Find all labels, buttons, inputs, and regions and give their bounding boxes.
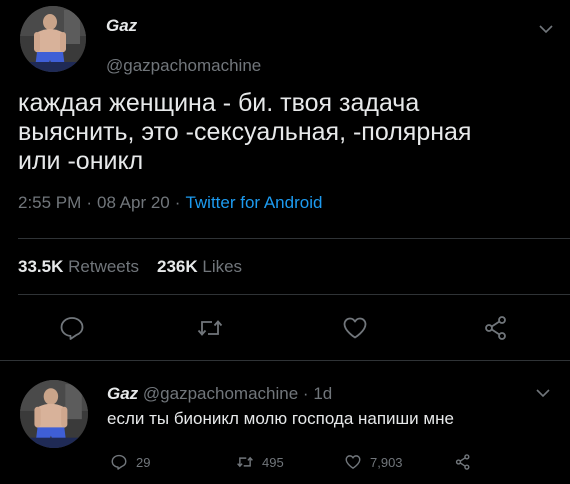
share-icon [485,316,506,340]
tweet-stats: 33.5K Retweets 236K Likes [18,257,242,277]
tweet-meta: 2:55 PM · 08 Apr 20 · Twitter for Android [18,193,322,213]
reply-header: Gaz @gazpachomachine · 1d [107,384,332,404]
tweet-source-link[interactable]: Twitter for Android [185,193,322,212]
likes-count: 236K [156,257,198,276]
reply-count: 29 [136,454,151,470]
reply-time[interactable]: 1d [313,384,332,403]
heart-icon [343,317,367,339]
share-icon [455,454,470,470]
likes-stat[interactable]: 236K Likes [157,257,242,276]
tweet-text: каждая женщина - би. твоя задача выяснит… [18,89,472,175]
reply-tweet[interactable]: Gaz @gazpachomachine · 1d если ты бионик… [0,362,570,484]
retweet-button[interactable] [196,314,224,342]
retweets-label: Retweets [68,257,139,276]
likes-label: Likes [202,257,243,276]
chevron-down-icon[interactable] [539,24,553,34]
reply-icon [111,454,127,470]
reply-share-button[interactable] [454,452,480,472]
retweet-icon [237,456,253,468]
divider [18,238,570,239]
avatar-photo-icon [20,6,86,72]
twitter-thread-screen: Gaz @gazpachomachine каждая женщина - би… [0,0,570,484]
share-button[interactable] [482,314,510,342]
divider [0,360,570,361]
reply-author-handle[interactable]: @gazpachomachine [143,384,298,403]
author-avatar[interactable] [20,6,86,72]
meta-separator: · [86,193,92,212]
main-tweet: Gaz @gazpachomachine каждая женщина - би… [0,0,570,361]
reply-icon [60,317,84,340]
reply-retweet-button[interactable]: 495 [236,452,284,472]
reply-retweet-count: 495 [262,454,284,470]
retweets-count: 33.5K [18,257,64,276]
meta-separator: · [302,384,309,403]
reply-like-count: 7,903 [370,454,403,470]
chevron-down-icon[interactable] [536,388,550,398]
reply-like-button[interactable]: 7,903 [344,452,403,472]
reply-button[interactable] [58,314,86,342]
heart-icon [345,455,361,469]
author-name[interactable]: Gaz [106,16,137,36]
retweets-stat[interactable]: 33.5K Retweets [18,257,139,276]
divider [18,294,570,295]
reply-reply-button[interactable]: 29 [110,452,150,472]
author-handle[interactable]: @gazpachomachine [106,56,261,76]
retweet-icon [197,320,223,336]
tweet-time[interactable]: 2:55 PM [18,193,81,212]
reply-text: если ты бионикл молю господа напиши мне [107,409,454,428]
tweet-date[interactable]: 08 Apr 20 [97,193,170,212]
like-button[interactable] [341,314,369,342]
avatar-photo-icon [20,380,88,448]
reply-author-avatar[interactable] [20,380,88,448]
reply-author-name[interactable]: Gaz [107,384,138,403]
meta-separator: · [174,193,181,212]
